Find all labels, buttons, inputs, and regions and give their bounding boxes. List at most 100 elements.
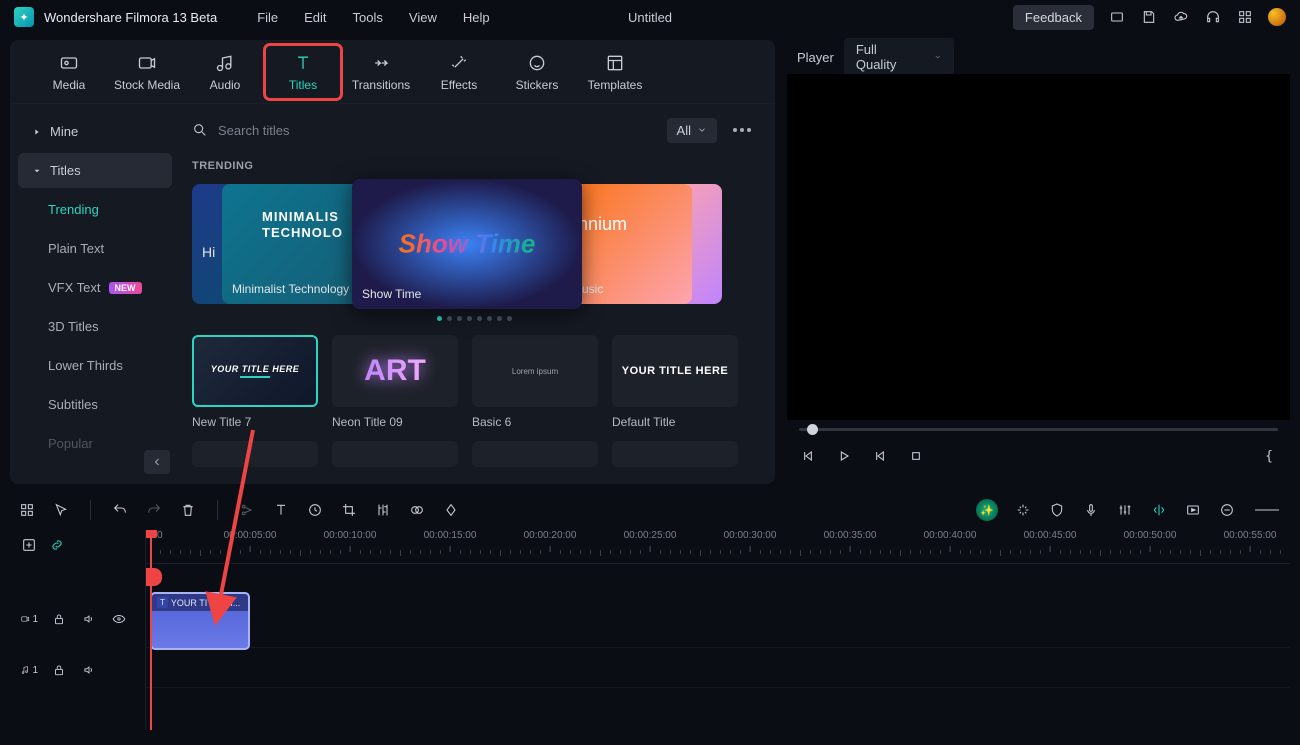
filter-dropdown[interactable]: All bbox=[667, 118, 717, 143]
trending-card-2[interactable]: MINIMALISTECHNOLO Minimalist Technology bbox=[222, 184, 372, 304]
trending-carousel[interactable]: Hi MINIMALISTECHNOLO Minimalist Technolo… bbox=[192, 184, 757, 304]
title-item-2[interactable]: Lorem ipsum Basic 6 bbox=[472, 335, 598, 429]
settings-brace-icon[interactable]: { bbox=[1260, 447, 1278, 465]
menu-file[interactable]: File bbox=[257, 10, 278, 25]
title-item-3[interactable]: YOUR TITLE HERE Default Title bbox=[612, 335, 738, 429]
save-icon[interactable] bbox=[1140, 8, 1158, 26]
effects-icon bbox=[449, 52, 469, 74]
feedback-button[interactable]: Feedback bbox=[1013, 5, 1094, 30]
asset-tabs: Media Stock Media Audio Titles Transitio… bbox=[10, 40, 775, 104]
title-item-1[interactable]: ART Neon Title 09 bbox=[332, 335, 458, 429]
more-options-button[interactable] bbox=[727, 128, 757, 132]
title-thumb-3[interactable]: YOUR TITLE HERE bbox=[612, 335, 738, 407]
title-thumb-placeholder[interactable] bbox=[612, 441, 738, 467]
preview-scrubber[interactable] bbox=[799, 428, 1278, 431]
playhead[interactable] bbox=[150, 530, 152, 730]
headset-icon[interactable] bbox=[1204, 8, 1222, 26]
tab-media[interactable]: Media bbox=[30, 44, 108, 100]
app-logo-icon: ✦ bbox=[14, 7, 34, 27]
keyframe-icon[interactable] bbox=[442, 501, 460, 519]
prev-frame-button[interactable] bbox=[799, 447, 817, 465]
avatar[interactable] bbox=[1268, 8, 1286, 26]
render-icon[interactable] bbox=[1184, 501, 1202, 519]
title-thumb-placeholder[interactable] bbox=[472, 441, 598, 467]
menu-tools[interactable]: Tools bbox=[353, 10, 383, 25]
sidebar-sub-lower-thirds[interactable]: Lower Thirds bbox=[18, 348, 172, 383]
window-icon[interactable] bbox=[1108, 8, 1126, 26]
next-frame-button[interactable] bbox=[871, 447, 889, 465]
menu-edit[interactable]: Edit bbox=[304, 10, 326, 25]
tab-audio[interactable]: Audio bbox=[186, 44, 264, 100]
split-icon[interactable] bbox=[238, 501, 256, 519]
sidebar-collapse-button[interactable] bbox=[144, 450, 170, 474]
tab-stickers[interactable]: Stickers bbox=[498, 44, 576, 100]
carousel-pager[interactable] bbox=[192, 316, 757, 321]
quality-dropdown[interactable]: Full Quality bbox=[844, 38, 954, 76]
tab-stock-media[interactable]: Stock Media bbox=[108, 44, 186, 100]
search-input[interactable]: Search titles bbox=[192, 122, 657, 138]
title-thumb-0[interactable]: YOUR TITLE HERE bbox=[192, 335, 318, 407]
shield-icon[interactable] bbox=[1048, 501, 1066, 519]
sidebar-item-mine[interactable]: Mine bbox=[18, 114, 172, 149]
tab-templates[interactable]: Templates bbox=[576, 44, 654, 100]
text-tool-icon[interactable] bbox=[272, 501, 290, 519]
lock-icon[interactable] bbox=[50, 661, 68, 679]
color-icon[interactable] bbox=[408, 501, 426, 519]
redo-icon[interactable] bbox=[145, 501, 163, 519]
lock-icon[interactable] bbox=[50, 610, 68, 628]
title-thumb-2[interactable]: Lorem ipsum bbox=[472, 335, 598, 407]
title-thumb-placeholder[interactable] bbox=[332, 441, 458, 467]
speed-icon[interactable] bbox=[306, 501, 324, 519]
sidebar-sub-vfx-text[interactable]: VFX Text NEW bbox=[18, 270, 172, 305]
mic-icon[interactable] bbox=[1082, 501, 1100, 519]
section-heading: TRENDING bbox=[192, 160, 757, 172]
ai-assist-icon[interactable]: ✨ bbox=[976, 499, 998, 521]
add-track-icon[interactable] bbox=[20, 536, 38, 554]
audio-track[interactable] bbox=[146, 648, 1290, 688]
menu-view[interactable]: View bbox=[409, 10, 437, 25]
sidebar-sub-subtitles[interactable]: Subtitles bbox=[18, 387, 172, 422]
title-clip[interactable]: TYOUR TITLE H... bbox=[150, 592, 250, 650]
tab-titles[interactable]: Titles bbox=[264, 44, 342, 100]
video-track[interactable]: TYOUR TITLE H... bbox=[146, 588, 1290, 648]
title-item-0[interactable]: YOUR TITLE HERE New Title 7 bbox=[192, 335, 318, 429]
sidebar-sub-plain-text[interactable]: Plain Text bbox=[18, 231, 172, 266]
new-badge: NEW bbox=[109, 282, 142, 294]
tab-templates-label: Templates bbox=[588, 78, 643, 92]
visibility-icon[interactable] bbox=[110, 610, 128, 628]
tab-transitions[interactable]: Transitions bbox=[342, 44, 420, 100]
scrubber-handle[interactable] bbox=[807, 424, 818, 435]
trending-card-3[interactable]: Show Time Show Time bbox=[352, 179, 582, 309]
timeline-tracks[interactable]: 00:0000:00:05:0000:00:10:0000:00:15:0000… bbox=[146, 530, 1290, 730]
sidebar-item-titles[interactable]: Titles bbox=[18, 153, 172, 188]
mute-icon[interactable] bbox=[80, 610, 98, 628]
title-templates-grid: YOUR TITLE HERE New Title 7 ART Neon Tit… bbox=[192, 335, 757, 429]
crop-icon[interactable] bbox=[340, 501, 358, 519]
link-icon[interactable] bbox=[48, 536, 66, 554]
stop-button[interactable] bbox=[907, 447, 925, 465]
zoom-out-icon[interactable] bbox=[1218, 501, 1236, 519]
sidebar-sub-3d-titles[interactable]: 3D Titles bbox=[18, 309, 172, 344]
title-thumb-1[interactable]: ART bbox=[332, 335, 458, 407]
menu-help[interactable]: Help bbox=[463, 10, 490, 25]
play-button[interactable] bbox=[835, 447, 853, 465]
mixer-icon[interactable] bbox=[1116, 501, 1134, 519]
delete-icon[interactable] bbox=[179, 501, 197, 519]
grid-view-icon[interactable] bbox=[18, 501, 36, 519]
sparkle-icon[interactable] bbox=[1014, 501, 1032, 519]
adjust-icon[interactable] bbox=[374, 501, 392, 519]
mute-icon[interactable] bbox=[80, 661, 98, 679]
timeline-ruler[interactable]: 00:0000:00:05:0000:00:10:0000:00:15:0000… bbox=[146, 530, 1290, 564]
marker-guide-icon[interactable] bbox=[1150, 501, 1168, 519]
timeline-marker[interactable] bbox=[146, 568, 162, 586]
preview-viewport[interactable] bbox=[787, 74, 1290, 420]
titles-grid-area: Search titles All TRENDING Hi MINIMALIST… bbox=[180, 104, 775, 484]
undo-icon[interactable] bbox=[111, 501, 129, 519]
tab-effects[interactable]: Effects bbox=[420, 44, 498, 100]
apps-icon[interactable] bbox=[1236, 8, 1254, 26]
title-thumb-placeholder[interactable] bbox=[192, 441, 318, 467]
zoom-slider-icon[interactable] bbox=[1252, 501, 1282, 519]
select-tool-icon[interactable] bbox=[52, 501, 70, 519]
cloud-icon[interactable] bbox=[1172, 8, 1190, 26]
sidebar-sub-trending[interactable]: Trending bbox=[18, 192, 172, 227]
